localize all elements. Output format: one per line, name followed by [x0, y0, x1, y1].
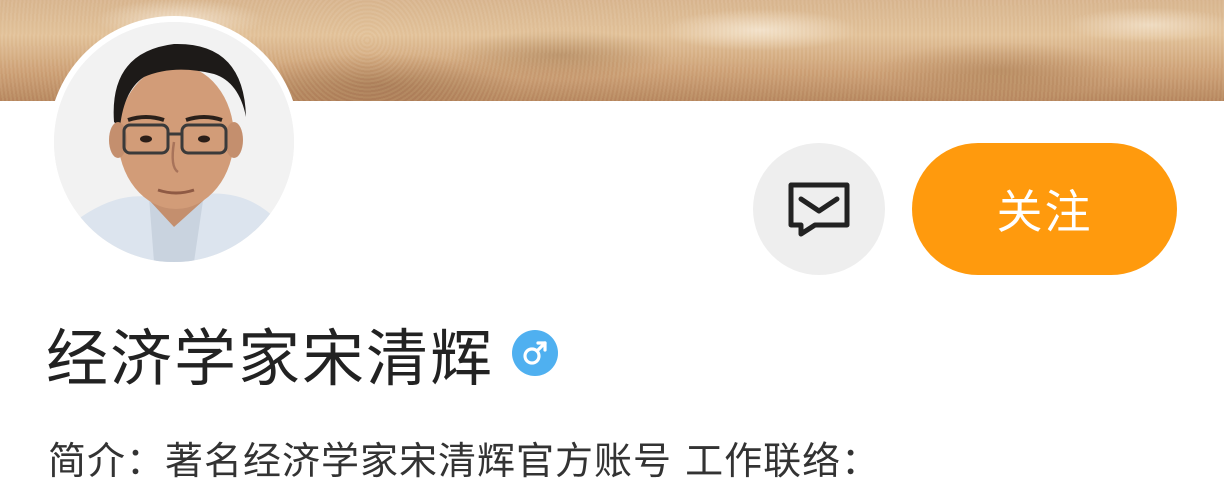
profile-page: 关注 经济学家宋清辉 简介：著名经济学家宋清辉官方账号 工作联络： — [0, 0, 1224, 499]
profile-name: 经济学家宋清辉 — [46, 322, 495, 395]
follow-button-label: 关注 — [996, 185, 1093, 239]
follow-button[interactable]: 关注 — [912, 143, 1177, 275]
message-button[interactable] — [753, 143, 885, 275]
profile-bio: 简介：著名经济学家宋清辉官方账号 工作联络： — [48, 439, 881, 483]
avatar-photo — [54, 22, 294, 262]
avatar[interactable] — [48, 16, 300, 268]
male-symbol-icon — [512, 330, 559, 376]
profile-name-row: 经济学家宋清辉 — [46, 313, 559, 395]
message-icon — [788, 182, 850, 237]
